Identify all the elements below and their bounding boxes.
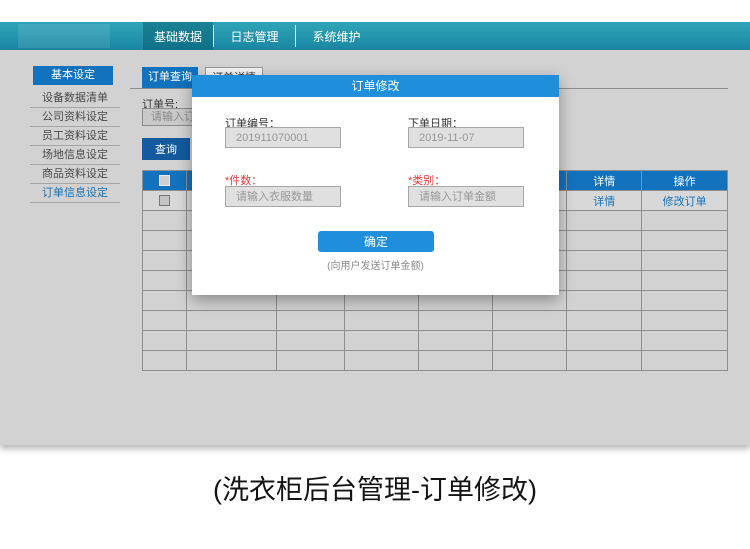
sidebar-menu: 设备数据清单 公司资料设定 员工资料设定 场地信息设定 商品资料设定 订单信息设…: [30, 89, 120, 203]
table-cell: [642, 271, 728, 291]
table-cell: [493, 351, 567, 371]
sidebar-item-company-settings[interactable]: 公司资料设定: [30, 108, 120, 127]
table-cell: [419, 311, 494, 331]
table-row: [143, 311, 728, 331]
sidebar-item-order-settings[interactable]: 订单信息设定: [30, 184, 120, 203]
table-cell: [277, 331, 345, 351]
table-cell: [567, 311, 642, 331]
top-navbar: 基础数据 日志管理 系统维护: [0, 22, 750, 50]
table-cell: [143, 351, 187, 371]
table-cell: [493, 331, 567, 351]
modal-title: 订单修改: [192, 75, 559, 97]
table-cell: [567, 271, 642, 291]
table-cell: 操作: [642, 171, 728, 191]
table-cell: [187, 351, 277, 371]
table-cell: 详情: [567, 191, 642, 211]
table-cell: [493, 311, 567, 331]
table-cell: 修改订单: [642, 191, 728, 211]
table-cell: [277, 311, 345, 331]
nav-tab-system-maintenance[interactable]: 系统维护: [296, 22, 377, 50]
table-cell: [143, 231, 187, 251]
table-cell: [642, 311, 728, 331]
sidebar-item-basic-settings[interactable]: 基本设定: [33, 66, 113, 85]
nav-tabs: 基础数据 日志管理 系统维护: [143, 22, 377, 50]
table-cell: [345, 331, 419, 351]
sidebar-item-employee-settings[interactable]: 员工资料设定: [30, 127, 120, 146]
edit-order-link[interactable]: 修改订单: [663, 193, 707, 209]
table-row: [143, 351, 728, 371]
table-cell: [567, 231, 642, 251]
sidebar-item-product-settings[interactable]: 商品资料设定: [30, 165, 120, 184]
search-button[interactable]: 查询: [142, 138, 190, 160]
table-cell: [143, 291, 187, 311]
tab-order-query[interactable]: 订单查询: [142, 67, 198, 88]
nav-tab-log-management[interactable]: 日志管理: [214, 22, 295, 50]
category-input[interactable]: [408, 186, 524, 207]
table-cell: [277, 351, 345, 371]
table-cell: [567, 211, 642, 231]
sidebar-item-site-settings[interactable]: 场地信息设定: [30, 146, 120, 165]
table-cell: [345, 311, 419, 331]
quantity-input[interactable]: [225, 186, 341, 207]
caption-text: (洗衣柜后台管理-订单修改): [0, 468, 750, 507]
table-cell: [642, 331, 728, 351]
nav-tab-basic-data[interactable]: 基础数据: [143, 22, 213, 50]
page: 基础数据 日志管理 系统维护 基本设定 设备数据清单 公司资料设定 员工资料设定…: [0, 0, 750, 549]
select-all-checkbox[interactable]: [159, 175, 170, 186]
table-cell: [419, 351, 494, 371]
table-cell: [187, 331, 277, 351]
table-cell: [567, 351, 642, 371]
table-cell: [567, 251, 642, 271]
order-edit-modal: 订单修改 订单编号： 下单日期： *件数： *类别： 确定 (向用户发送订单金额…: [192, 75, 559, 295]
table-cell: 详情: [567, 171, 642, 191]
table-cell: [567, 331, 642, 351]
detail-link[interactable]: 详情: [593, 193, 615, 209]
table-cell: [567, 291, 642, 311]
table-row: [143, 331, 728, 351]
table-cell: [143, 251, 187, 271]
order-id-input[interactable]: [225, 127, 341, 148]
table-cell: [345, 351, 419, 371]
table-cell: [187, 311, 277, 331]
confirm-button[interactable]: 确定: [318, 231, 434, 252]
modal-note: (向用户发送订单金额): [192, 257, 559, 272]
row-checkbox[interactable]: [159, 195, 170, 206]
table-cell: [143, 271, 187, 291]
table-cell: [143, 311, 187, 331]
table-cell: [642, 211, 728, 231]
modal-order-date-input[interactable]: [408, 127, 524, 148]
logo-placeholder: [18, 24, 110, 48]
table-cell: [143, 191, 187, 211]
table-cell: [642, 251, 728, 271]
sidebar-item-device-list[interactable]: 设备数据清单: [30, 89, 120, 108]
table-cell: [143, 171, 187, 191]
table-cell: [642, 351, 728, 371]
table-cell: [143, 331, 187, 351]
table-cell: [143, 211, 187, 231]
table-cell: [419, 331, 494, 351]
table-cell: [642, 291, 728, 311]
table-cell: [642, 231, 728, 251]
